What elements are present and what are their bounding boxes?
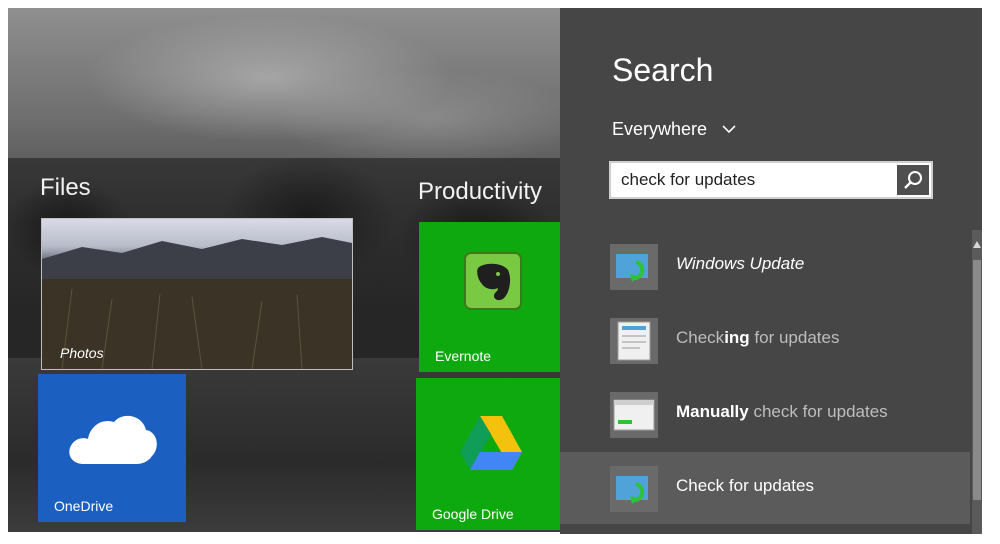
windows-update-icon xyxy=(610,466,658,512)
onedrive-tile[interactable]: OneDrive xyxy=(38,374,186,522)
result-label: Manually check for updates xyxy=(676,402,888,421)
cloud-icon xyxy=(69,415,157,464)
windows-update-icon xyxy=(610,244,658,290)
onedrive-tile-label: OneDrive xyxy=(54,498,114,514)
start-screen: Files Productivity Photos OneDrive Evern… xyxy=(8,8,568,532)
photos-tile[interactable]: Photos xyxy=(41,218,353,370)
control-panel-icon xyxy=(610,392,658,438)
result-label: Windows Update xyxy=(676,254,805,273)
google-drive-tile-label: Google Drive xyxy=(432,506,514,522)
search-button[interactable] xyxy=(897,165,929,195)
result-checking-for-updates[interactable]: Checking for updates xyxy=(560,304,970,376)
scroll-up-icon[interactable] xyxy=(972,238,982,252)
elephant-icon xyxy=(464,252,522,310)
evernote-tile[interactable]: Evernote xyxy=(419,222,564,372)
magnifier-icon xyxy=(904,171,922,189)
search-results-list: Windows Update Checking for updates Manu… xyxy=(560,230,970,534)
search-input[interactable] xyxy=(611,163,897,197)
photos-tile-label: Photos xyxy=(60,345,104,361)
google-drive-tile[interactable]: Google Drive xyxy=(416,378,566,530)
result-manually-check-for-updates[interactable]: Manually check for updates xyxy=(560,378,970,450)
charm-title: Search xyxy=(612,52,714,88)
result-label: Check for updates xyxy=(676,476,814,495)
search-scope-label: Everywhere xyxy=(612,118,708,139)
results-scrollbar[interactable] xyxy=(972,230,982,534)
chevron-down-icon xyxy=(722,125,736,134)
search-scope-dropdown[interactable]: Everywhere xyxy=(612,118,736,140)
group-title-productivity: Productivity xyxy=(418,178,543,205)
result-check-for-updates[interactable]: Check for updates xyxy=(560,452,970,524)
drive-triangle-icon xyxy=(460,416,522,470)
evernote-tile-label: Evernote xyxy=(435,348,492,364)
group-title-files: Files xyxy=(40,174,91,201)
scroll-thumb[interactable] xyxy=(973,260,981,500)
result-windows-update[interactable]: Windows Update xyxy=(560,230,970,302)
result-label: Checking for updates xyxy=(676,328,840,347)
search-box xyxy=(609,161,933,199)
search-charm: Search Everywhere Windows Update xyxy=(560,8,982,534)
control-panel-icon xyxy=(610,318,658,364)
